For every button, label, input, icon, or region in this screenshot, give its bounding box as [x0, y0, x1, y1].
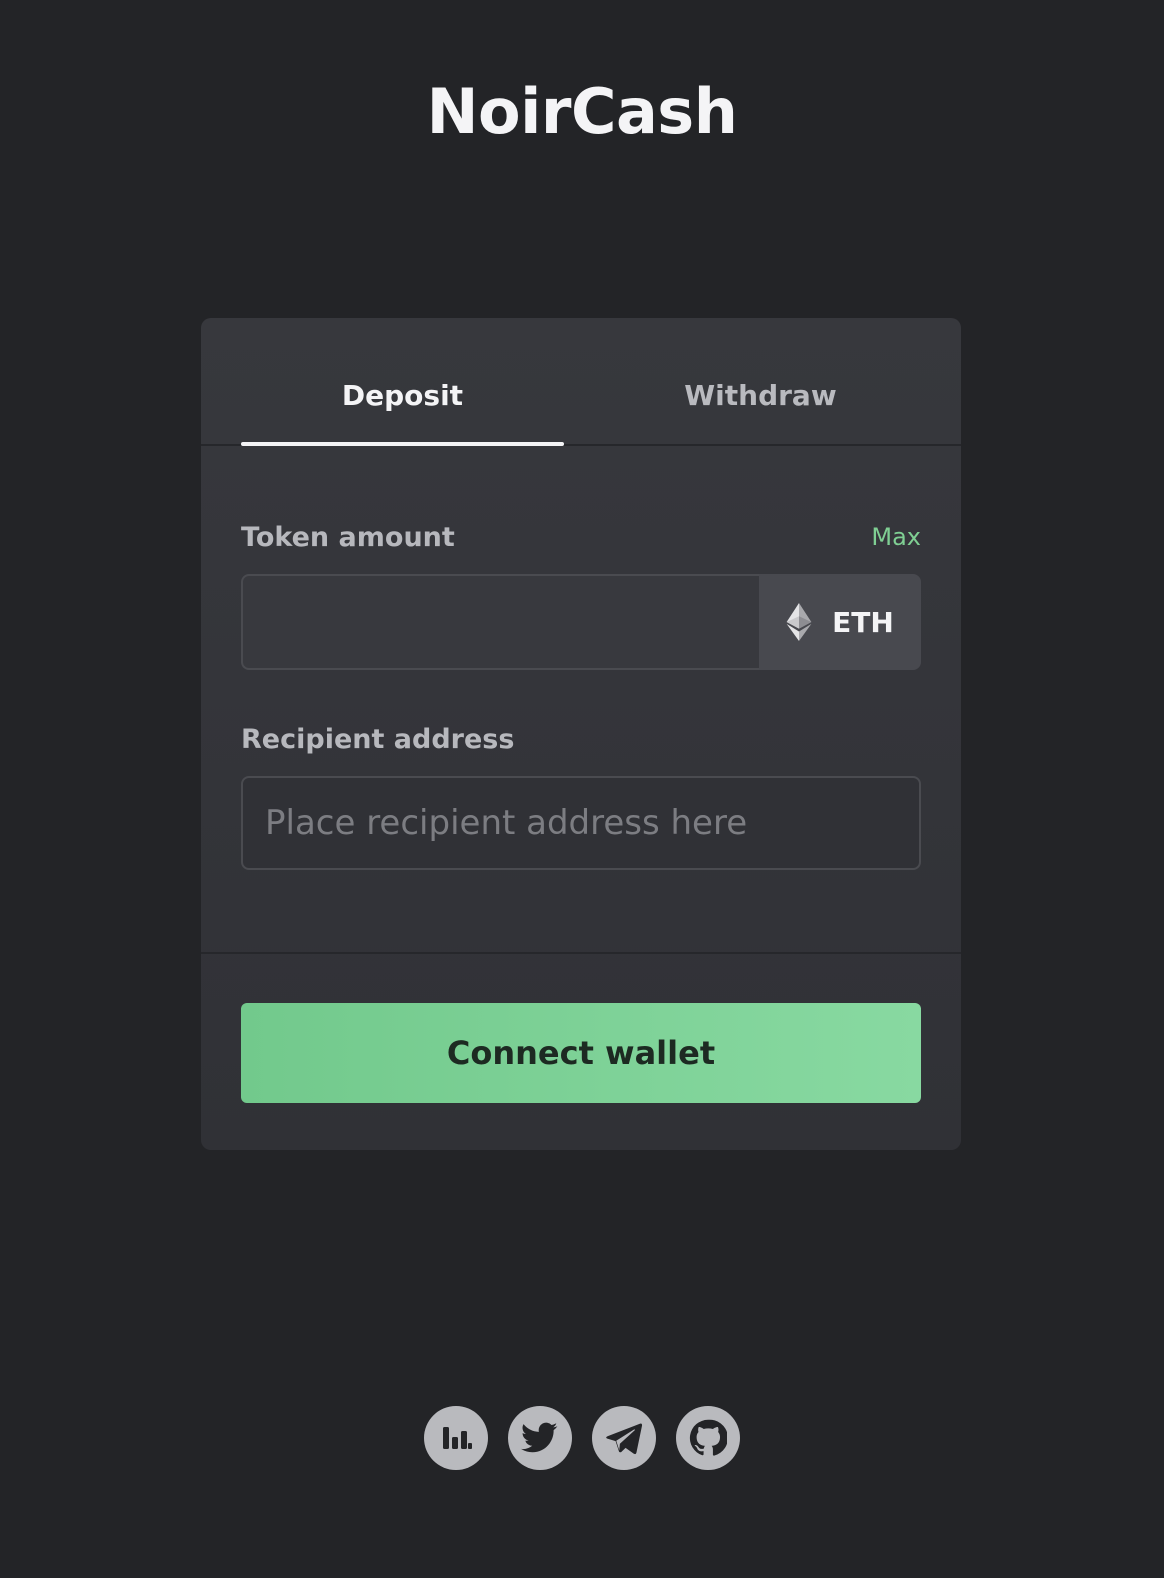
telegram-icon — [606, 1423, 643, 1455]
tab-withdraw[interactable]: Withdraw — [599, 374, 922, 418]
ethereum-icon — [786, 603, 812, 641]
social-links — [0, 1406, 1164, 1470]
tab-deposit[interactable]: Deposit — [241, 374, 564, 418]
github-link[interactable] — [676, 1406, 740, 1470]
stats-icon — [443, 1427, 472, 1449]
recipient-address-label: Recipient address — [241, 724, 515, 755]
token-amount-field: ETH — [241, 574, 921, 670]
token-symbol: ETH — [832, 605, 894, 639]
card-divider — [201, 952, 961, 954]
token-amount-label: Token amount — [241, 522, 455, 553]
connect-wallet-button[interactable]: Connect wallet — [241, 1003, 921, 1103]
token-amount-input[interactable] — [241, 574, 759, 670]
stats-link[interactable] — [424, 1406, 488, 1470]
token-selector[interactable]: ETH — [759, 574, 921, 670]
max-button[interactable]: Max — [871, 523, 921, 551]
tab-bar: Deposit Withdraw — [201, 318, 961, 446]
app-title: NoirCash — [426, 75, 738, 148]
deposit-card: Deposit Withdraw Token amount Max ETH Re… — [201, 318, 961, 1150]
page: NoirCash Deposit Withdraw Token amount M… — [0, 0, 1164, 1578]
github-icon — [689, 1419, 727, 1456]
twitter-link[interactable] — [508, 1406, 572, 1470]
recipient-address-input[interactable] — [241, 776, 921, 870]
active-tab-indicator — [241, 442, 564, 446]
twitter-icon — [521, 1422, 558, 1453]
telegram-link[interactable] — [592, 1406, 656, 1470]
